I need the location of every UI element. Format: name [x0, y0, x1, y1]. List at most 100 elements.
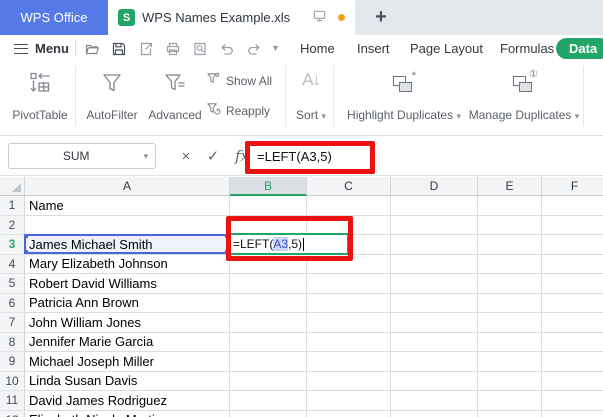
highlight-duplicates-button[interactable]: * Highlight Duplicates ▾: [342, 66, 466, 128]
column-header-f[interactable]: F: [542, 177, 603, 196]
row-header-8[interactable]: 8: [0, 332, 25, 352]
menu-button[interactable]: Menu: [14, 35, 69, 62]
cell[interactable]: [542, 372, 603, 391]
row-header-9[interactable]: 9: [0, 352, 25, 372]
toolbar-dropdown-icon[interactable]: ▾: [273, 43, 278, 54]
cell[interactable]: [478, 215, 542, 235]
new-tab-button[interactable]: +: [369, 5, 393, 29]
row-header-10[interactable]: 10: [0, 371, 25, 391]
cell[interactable]: [230, 410, 307, 417]
show-all-button[interactable]: Show All: [206, 70, 272, 92]
name-box[interactable]: SUM ▾: [8, 143, 156, 169]
cancel-entry-button[interactable]: ×: [175, 143, 197, 169]
tab-page-layout[interactable]: Page Layout: [410, 35, 483, 62]
cell[interactable]: [230, 293, 307, 313]
cell[interactable]: [230, 371, 307, 391]
manage-duplicates-button[interactable]: ① Manage Duplicates ▾: [466, 66, 582, 128]
cell[interactable]: [542, 391, 603, 411]
cell[interactable]: [478, 293, 542, 313]
cell-a5[interactable]: Robert David Williams: [25, 274, 230, 294]
tab-formulas[interactable]: Formulas: [500, 35, 554, 62]
cell-a7[interactable]: John William Jones: [25, 313, 230, 333]
select-all-corner[interactable]: [0, 177, 25, 196]
row-header-6[interactable]: 6: [0, 293, 25, 313]
cell-a3-referenced[interactable]: James Michael Smith: [24, 234, 230, 255]
cell[interactable]: [391, 196, 478, 216]
cell[interactable]: [478, 332, 542, 352]
cell[interactable]: [391, 215, 478, 235]
cell-a8[interactable]: Jennifer Marie Garcia: [25, 332, 230, 352]
cell[interactable]: [478, 371, 542, 391]
cell[interactable]: [391, 391, 478, 411]
cell[interactable]: [542, 313, 603, 333]
cell-a11[interactable]: David James Rodriguez: [25, 391, 230, 411]
name-box-dropdown-icon[interactable]: ▾: [143, 151, 155, 162]
autofilter-button[interactable]: AutoFilter: [80, 66, 144, 128]
cell[interactable]: [542, 411, 603, 417]
row-header-4[interactable]: 4: [0, 254, 25, 274]
cell[interactable]: [478, 235, 542, 255]
tab-home[interactable]: Home: [300, 35, 335, 62]
row-header-12[interactable]: 12: [0, 410, 25, 417]
cell[interactable]: [230, 274, 307, 294]
cell[interactable]: [391, 313, 478, 333]
confirm-entry-button[interactable]: ✓: [202, 143, 224, 169]
presentation-mode-icon[interactable]: [312, 8, 327, 28]
cell[interactable]: [391, 410, 478, 417]
advanced-filter-button[interactable]: Advanced: [146, 66, 204, 128]
cell[interactable]: [307, 391, 391, 411]
save-icon[interactable]: [111, 41, 127, 57]
row-header-1[interactable]: 1: [0, 196, 25, 216]
cell[interactable]: [307, 352, 391, 372]
column-header-b-selected[interactable]: B: [230, 177, 307, 196]
cell[interactable]: [230, 313, 307, 333]
cell[interactable]: [391, 293, 478, 313]
cell[interactable]: [230, 391, 307, 411]
open-file-icon[interactable]: [84, 41, 100, 57]
cell[interactable]: [307, 332, 391, 352]
row-header-5[interactable]: 5: [0, 274, 25, 294]
cell-a10[interactable]: Linda Susan Davis: [25, 371, 230, 391]
cell[interactable]: [391, 274, 478, 294]
cell[interactable]: [391, 235, 478, 255]
cell[interactable]: [478, 196, 542, 216]
sort-button[interactable]: A↓ Sort ▾: [290, 66, 332, 128]
row-header-2[interactable]: 2: [0, 215, 25, 235]
cell[interactable]: [542, 235, 603, 255]
cell[interactable]: [391, 254, 478, 274]
cell[interactable]: [478, 274, 542, 294]
pivottable-button[interactable]: PivotTable: [8, 66, 72, 128]
cell-a12[interactable]: Elizabeth Nicole Martinez: [25, 410, 230, 417]
cell[interactable]: [542, 274, 603, 294]
cell[interactable]: [230, 332, 307, 352]
document-tab[interactable]: S WPS Names Example.xls: [108, 0, 355, 35]
cell[interactable]: [230, 352, 307, 372]
cell[interactable]: [307, 371, 391, 391]
cell[interactable]: [230, 196, 307, 216]
cell[interactable]: [478, 391, 542, 411]
undo-icon[interactable]: [219, 41, 235, 57]
cell[interactable]: [542, 294, 603, 313]
row-header-7[interactable]: 7: [0, 313, 25, 333]
row-header-11[interactable]: 11: [0, 391, 25, 411]
column-header-e[interactable]: E: [478, 177, 542, 196]
cell-a4[interactable]: Mary Elizabeth Johnson: [25, 254, 230, 274]
column-header-c[interactable]: C: [307, 177, 391, 196]
cell[interactable]: [542, 333, 603, 352]
cell[interactable]: [307, 293, 391, 313]
cell[interactable]: [478, 313, 542, 333]
cell[interactable]: [542, 255, 603, 274]
cell[interactable]: [307, 196, 391, 216]
cell-a6[interactable]: Patricia Ann Brown: [25, 293, 230, 313]
reapply-button[interactable]: Reapply: [206, 100, 270, 122]
print-icon[interactable]: [165, 41, 181, 57]
column-header-d[interactable]: D: [391, 177, 478, 196]
row-header-3-selected[interactable]: 3: [0, 235, 25, 255]
tab-data-active[interactable]: Data: [556, 38, 603, 59]
cell-a9[interactable]: Michael Joseph Miller: [25, 352, 230, 372]
wps-office-button[interactable]: WPS Office: [0, 0, 108, 35]
redo-icon[interactable]: [246, 41, 262, 57]
cell[interactable]: [478, 410, 542, 417]
cell[interactable]: [478, 352, 542, 372]
cell[interactable]: [391, 371, 478, 391]
